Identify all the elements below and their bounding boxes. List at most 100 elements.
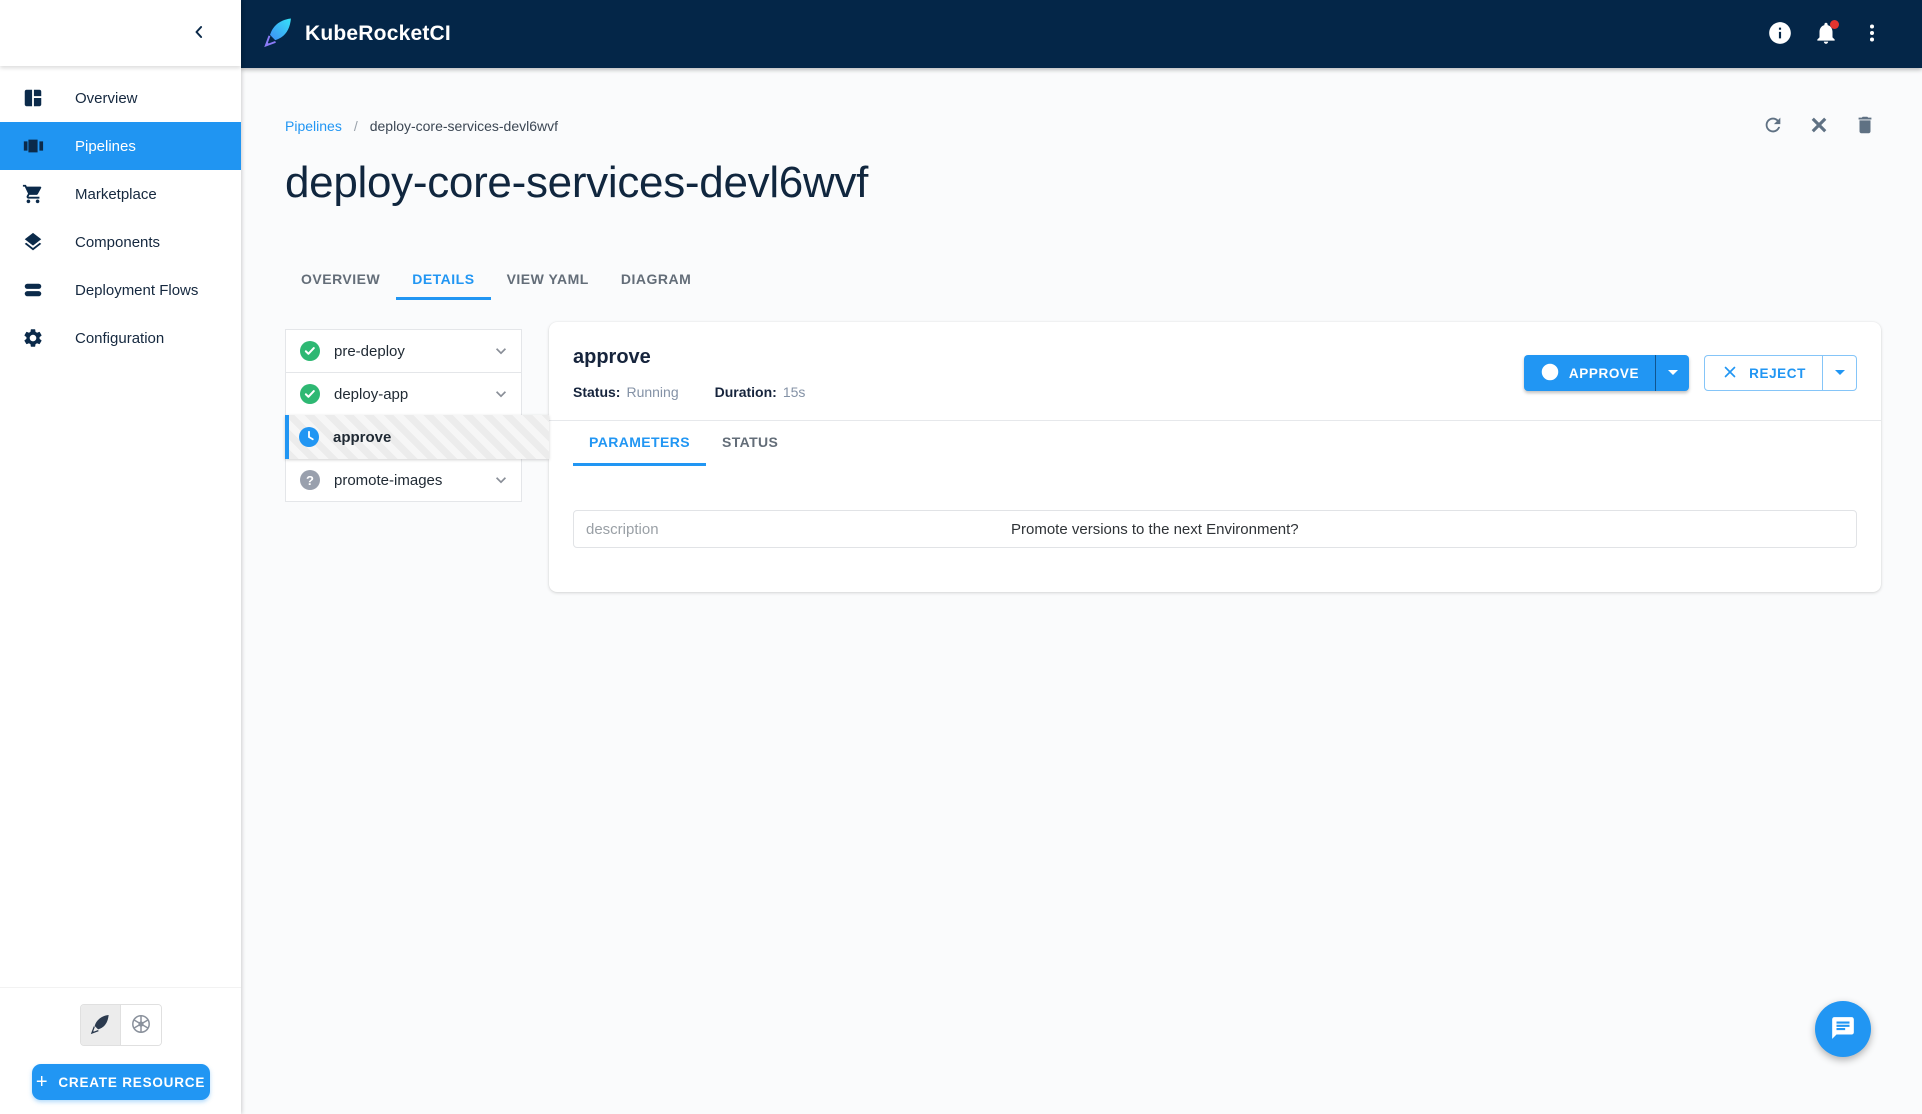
duration-label: Duration: — [715, 384, 777, 400]
tab-label: DIAGRAM — [621, 271, 691, 287]
chevron-down-icon — [491, 470, 511, 490]
parameter-row: description Promote versions to the next… — [573, 510, 1857, 548]
approve-dropdown-button[interactable] — [1655, 355, 1689, 391]
refresh-button[interactable] — [1757, 110, 1789, 142]
app-title: KubeRocketCI — [305, 22, 451, 46]
chat-fab-button[interactable] — [1815, 1001, 1871, 1057]
tree-item-label: approve — [333, 429, 539, 446]
breadcrumb: Pipelines / deploy-core-services-devl6wv… — [285, 118, 558, 134]
page-title: deploy-core-services-devl6wvf — [285, 158, 1881, 208]
approve-label: APPROVE — [1569, 366, 1639, 381]
success-check-icon — [300, 384, 320, 404]
create-resource-label: CREATE RESOURCE — [58, 1075, 205, 1090]
tree-item-deploy-app[interactable]: deploy-app — [285, 372, 522, 416]
sidebar-nav: Overview Pipelines Marketplace Component… — [0, 74, 241, 362]
delete-button[interactable] — [1849, 110, 1881, 142]
page-actions — [1757, 110, 1881, 142]
reject-split-button: REJECT — [1704, 355, 1857, 391]
sidebar-item-overview[interactable]: Overview — [0, 74, 241, 122]
check-circle-icon — [1540, 362, 1560, 385]
subtab-status[interactable]: STATUS — [706, 421, 794, 466]
chevron-left-icon — [189, 22, 209, 45]
reject-label: REJECT — [1749, 366, 1806, 381]
app-bar: KubeRocketCI — [241, 0, 1922, 68]
kubernetes-icon — [129, 1012, 153, 1039]
cart-icon — [22, 183, 44, 205]
sidebar-collapse-button[interactable] — [183, 17, 215, 49]
plus-icon: + — [36, 1072, 48, 1092]
sidebar-item-label: Deployment Flows — [75, 282, 198, 299]
appbar-actions — [1760, 14, 1892, 54]
sidebar-item-components[interactable]: Components — [0, 218, 241, 266]
tab-label: OVERVIEW — [301, 271, 380, 287]
delete-icon — [1854, 114, 1876, 139]
create-resource-button[interactable]: + CREATE RESOURCE — [32, 1064, 210, 1100]
info-icon — [1767, 20, 1793, 49]
notifications-button[interactable] — [1806, 14, 1846, 54]
sidebar-footer: + CREATE RESOURCE — [0, 987, 241, 1114]
status-value: Running — [626, 384, 678, 400]
sidebar-item-deployment-flows[interactable]: Deployment Flows — [0, 266, 241, 314]
task-detail-card: approve Status: Running Duration: 15s — [549, 322, 1881, 592]
rocket-view-toggle[interactable] — [81, 1005, 121, 1045]
approve-split-button: APPROVE — [1524, 355, 1689, 391]
sidebar-item-label: Overview — [75, 90, 138, 107]
kubernetes-view-toggle[interactable] — [121, 1005, 161, 1045]
sidebar-item-label: Configuration — [75, 330, 164, 347]
subtab-label: STATUS — [722, 434, 778, 450]
chat-icon — [1830, 1015, 1856, 1044]
tab-label: VIEW YAML — [507, 271, 589, 287]
chevron-down-icon — [491, 341, 511, 361]
refresh-icon — [1762, 114, 1784, 139]
approval-buttons: APPROVE — [1524, 355, 1857, 391]
main-area: KubeRocketCI Pipeli — [241, 0, 1922, 1114]
tree-item-approve[interactable]: approve — [285, 415, 549, 459]
breadcrumb-current: deploy-core-services-devl6wvf — [370, 118, 558, 134]
subtab-parameters[interactable]: PARAMETERS — [573, 421, 706, 466]
chevron-down-icon — [491, 384, 511, 404]
pending-question-icon: ? — [300, 470, 320, 490]
tab-view-yaml[interactable]: VIEW YAML — [491, 260, 605, 300]
task-tree: pre-deploy deploy-app — [285, 329, 522, 502]
sidebar-item-configuration[interactable]: Configuration — [0, 314, 241, 362]
breadcrumb-separator: / — [354, 118, 358, 134]
kebab-menu-button[interactable] — [1852, 14, 1892, 54]
approve-button[interactable]: APPROVE — [1524, 355, 1655, 391]
sidebar-item-pipelines[interactable]: Pipelines — [0, 122, 241, 170]
sidebar-header — [0, 0, 241, 66]
tab-overview[interactable]: OVERVIEW — [285, 260, 396, 300]
subtab-label: PARAMETERS — [589, 434, 690, 450]
task-title: approve — [573, 346, 805, 369]
close-icon — [1808, 114, 1830, 139]
sidebar-item-label: Pipelines — [75, 138, 136, 155]
arrow-drop-down-icon — [1828, 360, 1852, 387]
notification-badge — [1830, 20, 1839, 29]
close-icon — [1721, 363, 1739, 384]
stop-pipeline-button[interactable] — [1803, 110, 1835, 142]
tree-item-promote-images[interactable]: ? promote-images — [285, 458, 522, 502]
tree-item-pre-deploy[interactable]: pre-deploy — [285, 329, 522, 373]
stack-icon — [22, 279, 44, 301]
info-button[interactable] — [1760, 14, 1800, 54]
sidebar-item-marketplace[interactable]: Marketplace — [0, 170, 241, 218]
parameter-value: Promote versions to the next Environment… — [1011, 521, 1856, 538]
task-header-info: approve Status: Running Duration: 15s — [573, 346, 805, 400]
tab-label: DETAILS — [412, 271, 474, 287]
status-label: Status: — [573, 384, 620, 400]
reject-button[interactable]: REJECT — [1705, 356, 1822, 390]
rocket-icon — [88, 1012, 112, 1039]
tree-item-label: deploy-app — [334, 386, 491, 403]
tab-diagram[interactable]: DIAGRAM — [605, 260, 707, 300]
brand-logo[interactable]: KubeRocketCI — [260, 14, 451, 55]
page-content: Pipelines / deploy-core-services-devl6wv… — [241, 68, 1922, 1114]
tree-item-label: pre-deploy — [334, 343, 491, 360]
gear-icon — [22, 327, 44, 349]
parameters-panel: description Promote versions to the next… — [549, 466, 1881, 592]
tab-details[interactable]: DETAILS — [396, 260, 490, 300]
breadcrumb-pipelines-link[interactable]: Pipelines — [285, 118, 342, 134]
view-toggle-group — [80, 1004, 162, 1046]
rocket-logo-icon — [260, 14, 296, 55]
sidebar: Overview Pipelines Marketplace Component… — [0, 0, 241, 1114]
reject-dropdown-button[interactable] — [1822, 356, 1856, 390]
tree-item-label: promote-images — [334, 472, 491, 489]
